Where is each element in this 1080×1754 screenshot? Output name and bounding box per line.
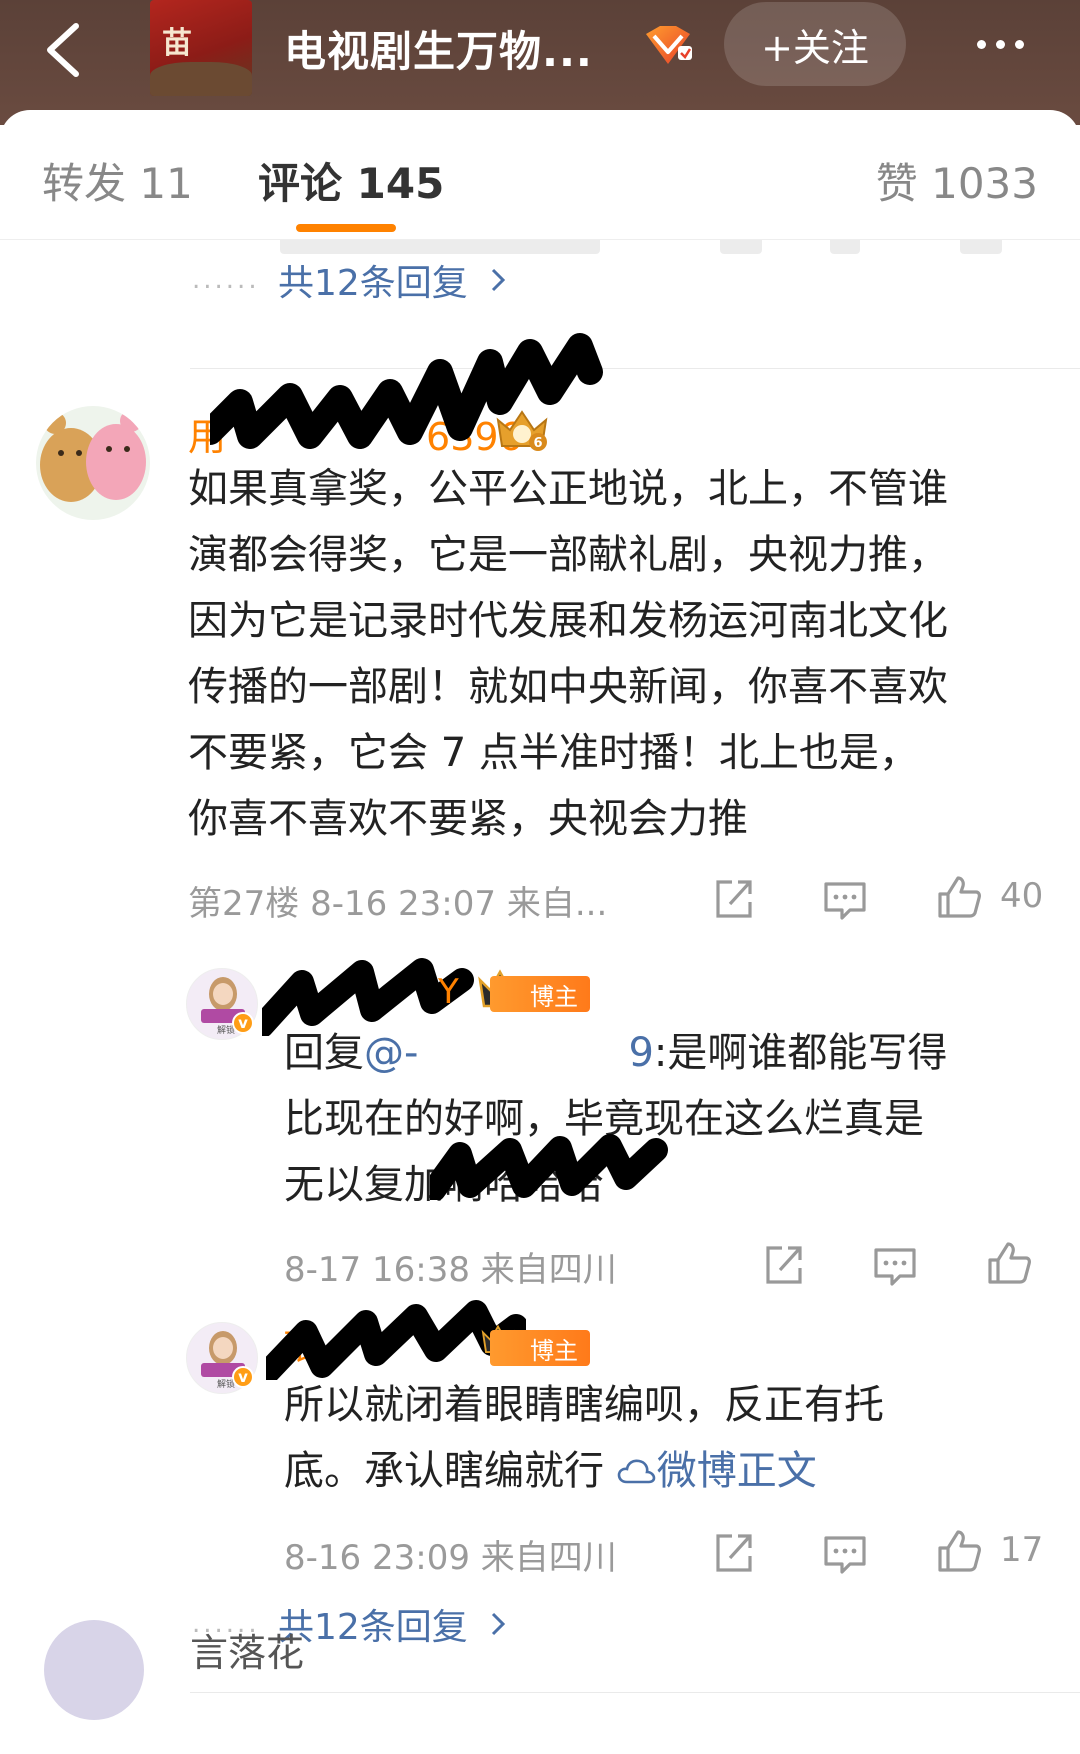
reply-text: :是啊谁都能写得 [653,1030,948,1076]
more-replies-text: 共12条回复 [278,1607,468,1648]
avatar-eye [106,446,112,452]
dots-separator: ...... [192,265,260,295]
thumbnail-hill [150,62,252,96]
page-title[interactable]: 电视剧生万物... [284,18,593,79]
redaction-scribble [430,1134,668,1200]
like-icon[interactable] [936,1528,982,1574]
comment-icon[interactable] [872,1242,918,1288]
more-replies-text: 共12条回复 [278,263,468,304]
active-tab-indicator [296,224,396,232]
avatar-bear-pink [86,424,146,500]
avatar-bear-ear [120,410,142,432]
redaction-scribble [210,333,603,449]
avatar-eye [76,450,82,456]
comment-icon[interactable] [822,876,868,922]
avatar-face [213,1337,233,1359]
comment-body: 如果真拿奖，公平公正地说，北上，不管谁 演都会得奖，它是一部献礼剧，央视力推， … [188,456,948,852]
comment-divider [190,1692,1080,1693]
like-icon[interactable] [986,1240,1032,1286]
like-icon[interactable] [936,874,982,920]
reply-username-tail[interactable]: Y [438,972,459,1012]
view-more-replies-link[interactable]: ...... 共12条回复 [192,254,506,306]
share-icon[interactable] [710,1530,756,1576]
reply-prefix: 回复 [284,1030,364,1076]
comment-line: 如果真拿奖，公平公正地说，北上，不管谁 [188,466,948,512]
follow-button[interactable]: +关注 [724,2,906,86]
weibo-post-link[interactable]: 微博正文 [617,1448,817,1494]
comment-username[interactable]: 言落花 [190,1622,304,1677]
verified-v-icon: v [232,1366,254,1388]
reply-meta: 8-16 23:09 来自四川 [284,1538,617,1578]
top-bar: 苗 电视剧生万物... +关注 [0,0,1080,125]
reply-text: 底。承认瞎编就行 [284,1448,604,1494]
reply-line: 底。承认瞎编就行 微博正文 [284,1438,884,1504]
avatar-bear-ear [44,412,66,434]
thumbnail-glyph: 苗 [162,26,192,61]
comment-line: 传播的一部剧！就如中央新闻，你喜不喜欢 [188,664,948,710]
verified-v-icon: v [232,1012,254,1034]
tab-bar: 转发 11 评论 145 赞 1033 [0,110,1080,240]
share-icon[interactable] [760,1242,806,1288]
like-count: 17 [1000,1530,1044,1570]
reply-body: 所以就闭着眼睛瞎编呗，反正有托 底。承认瞎编就行 微博正文 [284,1372,884,1504]
back-arrow-icon[interactable] [36,18,96,82]
avatar-eye [124,446,130,452]
tab-comments[interactable]: 评论 145 [258,150,444,211]
svg-text:6: 6 [533,436,542,451]
comments-sheet: 转发 11 评论 145 赞 1033 ...... 共12条回复 用6396 [0,110,1080,1754]
comment-line: 演都会得奖，它是一部献礼剧，央视力推， [188,532,948,578]
more-options-icon[interactable] [960,22,1040,66]
tab-repost[interactable]: 转发 11 [42,150,193,211]
vip-diamond-icon [646,26,692,64]
comment-line: 你喜不喜欢不要紧，央视会力推 [188,796,748,842]
blogger-tag: 博主 [490,1330,590,1366]
avatar-face [213,983,233,1005]
reply-meta: 8-17 16:38 来自四川 [284,1250,617,1290]
comment-line: 因为它是记录时代发展和发杨运河南北文化 [188,598,948,644]
comment-meta: 第27楼 8-16 23:07 来自... [188,884,608,924]
avatar[interactable] [36,406,150,520]
chevron-right-icon [491,1612,505,1636]
share-icon[interactable] [710,876,756,922]
fan-level-crown-icon: 6 [496,410,548,451]
like-count: 40 [1000,876,1044,916]
avatar[interactable] [44,1620,144,1720]
link-cloud-icon [617,1459,656,1484]
blogger-tag: 博主 [490,976,590,1012]
tab-likes[interactable]: 赞 1033 [876,150,1038,211]
mention-link[interactable]: @- 9 [364,1030,654,1076]
avatar-eye [58,450,64,456]
comment-line: 不要紧，它会 7 点半准时播！北上也是， [188,730,919,776]
reply-line: 回复@- 9:是啊谁都能写得 [284,1020,947,1086]
post-thumbnail[interactable]: 苗 [150,0,252,96]
reply-line: 所以就闭着眼睛瞎编呗，反正有托 [284,1382,884,1428]
comment-icon[interactable] [822,1530,868,1576]
chevron-right-icon [491,268,505,292]
